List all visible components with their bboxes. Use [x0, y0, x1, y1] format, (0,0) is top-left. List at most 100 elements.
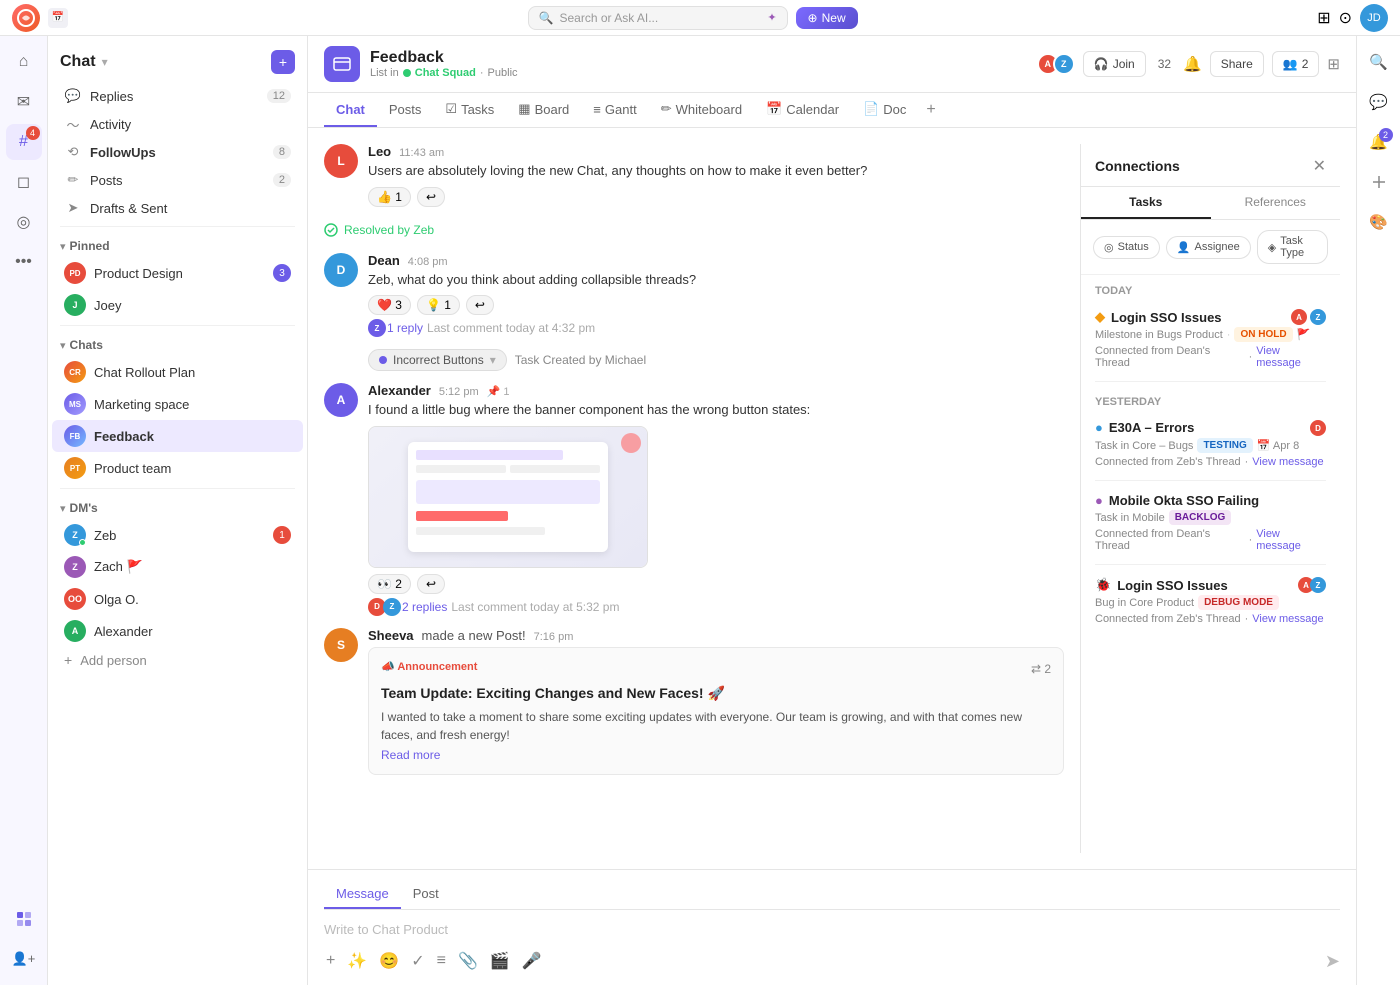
tab-chat[interactable]: Chat: [324, 94, 377, 127]
sidebar-item-posts[interactable]: ✏ Posts 2: [52, 166, 303, 194]
format-tool[interactable]: ≡: [435, 950, 448, 972]
reaction-bulb[interactable]: 💡 1: [417, 295, 460, 315]
sidebar-item-spaces[interactable]: [6, 901, 42, 937]
sidebar-item-product-team[interactable]: PT Product team: [52, 452, 303, 484]
sidebar-item-home[interactable]: ⌂: [6, 44, 42, 80]
calendar-icon[interactable]: 📅: [48, 8, 68, 28]
e30a-view[interactable]: View message: [1252, 456, 1323, 468]
sidebar-item-replies[interactable]: 💬 Replies 12: [52, 82, 303, 110]
user-avatar[interactable]: JD: [1360, 4, 1388, 32]
ai-tool[interactable]: ✨: [345, 949, 369, 973]
bell-icon[interactable]: 🔔: [1183, 55, 1202, 73]
task-badge[interactable]: Incorrect Buttons ▾: [368, 349, 507, 371]
emoji-tool[interactable]: 😊: [377, 949, 401, 973]
announcement-tag: 📣 Announcement: [381, 660, 477, 673]
composer-tab-message[interactable]: Message: [324, 880, 401, 909]
sidebar-item-chat[interactable]: # 4: [6, 124, 42, 160]
alexander-author: Alexander: [368, 383, 431, 398]
clock-icon[interactable]: ⊙: [1339, 8, 1352, 28]
dms-section-header[interactable]: ▾ DM's: [48, 493, 307, 519]
filter-status[interactable]: ◎ Status: [1093, 236, 1160, 259]
connections-close-button[interactable]: ✕: [1313, 156, 1326, 176]
chats-section-header[interactable]: ▾ Chats: [48, 330, 307, 356]
right-search-button[interactable]: 🔍: [1363, 46, 1395, 78]
add-person-button[interactable]: + Add person: [52, 647, 303, 673]
img-bottom-row: [416, 527, 545, 535]
sidebar-item-joey[interactable]: J Joey: [52, 289, 303, 321]
alexander-replies[interactable]: D Z 2 replies Last comment today at 5:32…: [368, 598, 1064, 616]
tab-tasks[interactable]: ☑ Tasks: [433, 93, 506, 127]
filter-task-type[interactable]: ◈ Task Type: [1257, 230, 1328, 264]
sidebar-item-inbox[interactable]: ✉: [6, 84, 42, 120]
send-button[interactable]: ➤: [1325, 951, 1340, 972]
sidebar-item-docs[interactable]: ◻: [6, 164, 42, 200]
login-sso-view[interactable]: View message: [1256, 345, 1326, 369]
checklist-tool[interactable]: ✓: [409, 949, 426, 973]
sidebar-item-olga[interactable]: OO Olga O.: [52, 583, 303, 615]
dean-replies[interactable]: Z 1 reply Last comment today at 4:32 pm: [368, 319, 1064, 337]
sidebar-item-drafts[interactable]: ➤ Drafts & Sent: [52, 194, 303, 222]
sidebar-item-goals[interactable]: ◎: [6, 204, 42, 240]
sidebar-item-zeb[interactable]: Z Zeb 1: [52, 519, 303, 551]
mobile-okta-view[interactable]: View message: [1256, 528, 1326, 552]
video-tool[interactable]: 🎬: [488, 949, 512, 973]
layout-icon[interactable]: ⊞: [1327, 55, 1340, 73]
tab-posts[interactable]: Posts: [377, 94, 434, 127]
reaction-reply-alex[interactable]: ↩: [417, 574, 445, 594]
connection-e30a[interactable]: ● E30A – Errors D Task in Core – Bugs TE…: [1081, 412, 1340, 476]
connection-mobile-okta[interactable]: ● Mobile Okta SSO Failing Task in Mobile…: [1081, 485, 1340, 560]
right-connections-button[interactable]: [1363, 166, 1395, 198]
connections-tab-references[interactable]: References: [1211, 187, 1341, 219]
mobile-okta-status: BACKLOG: [1169, 510, 1232, 525]
right-palette-button[interactable]: 🎨: [1363, 206, 1395, 238]
composer-input[interactable]: [324, 916, 1340, 943]
connection-login-sso-2[interactable]: 🐞 Login SSO Issues A Z Bug in Core Produ…: [1081, 569, 1340, 633]
sidebar-item-zach[interactable]: Z Zach 🚩: [52, 551, 303, 583]
share-button[interactable]: Share: [1210, 51, 1264, 77]
reaction-eyes[interactable]: 👀 2: [368, 574, 411, 594]
tab-whiteboard[interactable]: ✏ Whiteboard: [649, 93, 754, 127]
add-person-label: Add person: [80, 653, 147, 668]
filter-assignee[interactable]: 👤 Assignee: [1166, 236, 1251, 259]
right-chat-button[interactable]: 💬: [1363, 86, 1395, 118]
add-tool[interactable]: +: [324, 950, 337, 972]
reaction-heart[interactable]: ❤️ 3: [368, 295, 411, 315]
sidebar-add-button[interactable]: +: [271, 50, 295, 74]
tab-board[interactable]: ▦ Board: [506, 93, 581, 127]
tab-calendar[interactable]: 📅 Calendar: [754, 93, 851, 127]
right-activity-button[interactable]: 🔔 2: [1363, 126, 1395, 158]
reaction-thumbsup[interactable]: 👍 1: [368, 187, 411, 207]
login-sso-source: Connected from Dean's Thread · View mess…: [1095, 345, 1326, 369]
pinned-section-header[interactable]: ▾ Pinned: [48, 231, 307, 257]
composer-tab-post[interactable]: Post: [401, 880, 451, 909]
tab-gantt[interactable]: ≡ Gantt: [581, 94, 648, 127]
sidebar-item-product-design[interactable]: PD Product Design 3: [52, 257, 303, 289]
sidebar-item-chat-rollout[interactable]: CR Chat Rollout Plan: [52, 356, 303, 388]
audio-tool[interactable]: 🎤: [520, 949, 544, 973]
sidebar-item-more[interactable]: •••: [6, 244, 42, 280]
sidebar-item-activity[interactable]: 〜 Activity: [52, 110, 303, 138]
grid-icon[interactable]: ⊞: [1317, 8, 1330, 28]
search-bar[interactable]: 🔍 Search or Ask AI... ✦: [528, 6, 788, 30]
sidebar-item-alexander[interactable]: A Alexander: [52, 615, 303, 647]
new-button[interactable]: ⊕ New: [796, 7, 858, 29]
sidebar-item-add-member[interactable]: 👤+: [6, 941, 42, 977]
sidebar-item-feedback[interactable]: FB Feedback: [52, 420, 303, 452]
read-more-link[interactable]: Read more: [381, 748, 1051, 762]
login-sso-2-view[interactable]: View message: [1252, 613, 1323, 625]
join-label: Join: [1113, 57, 1135, 71]
attach-tool[interactable]: 📎: [456, 949, 480, 973]
connections-header: Connections ✕: [1081, 144, 1340, 187]
join-button[interactable]: 🎧 Join: [1083, 51, 1146, 77]
sidebar-item-followups[interactable]: ⟲ FollowUps 8: [52, 138, 303, 166]
sidebar-item-marketing[interactable]: MS Marketing space: [52, 388, 303, 420]
connection-login-sso[interactable]: ◆ Login SSO Issues A Z Milestone in Bugs…: [1081, 301, 1340, 377]
users-count-button[interactable]: 👥 2: [1272, 51, 1320, 77]
reaction-reply[interactable]: ↩: [417, 187, 445, 207]
connections-tab-tasks[interactable]: Tasks: [1081, 187, 1211, 219]
tab-doc[interactable]: 📄 Doc: [851, 93, 918, 127]
img-highlight: [416, 480, 600, 504]
tab-add-button[interactable]: +: [918, 93, 943, 127]
sidebar-collapse-icon[interactable]: ▾: [102, 55, 108, 69]
reaction-reply-dean[interactable]: ↩: [466, 295, 494, 315]
